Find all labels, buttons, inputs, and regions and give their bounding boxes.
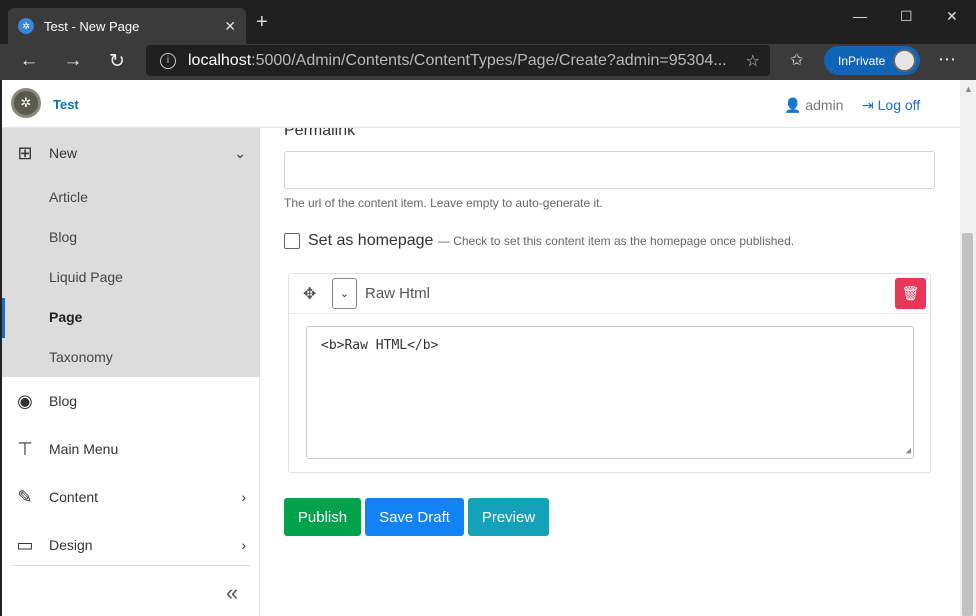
url-host: localhost xyxy=(188,51,252,69)
permalink-help: The url of the content item. Leave empty… xyxy=(284,196,603,210)
brand-logo-icon[interactable]: ✲ xyxy=(11,88,41,118)
plus-square-icon: ⊞ xyxy=(17,142,33,163)
active-indicator xyxy=(2,298,5,338)
window-close-icon[interactable]: ✕ xyxy=(946,8,958,25)
widget-header: ✥ ⌄ Raw Html 🗑 xyxy=(289,274,930,314)
desktop-icon: ▭ xyxy=(16,534,34,555)
minimize-icon[interactable]: — xyxy=(853,8,867,24)
favorite-star-icon[interactable]: ☆ xyxy=(746,51,760,71)
sidebar-divider xyxy=(12,565,250,566)
homepage-label-text: Set as homepage xyxy=(308,232,434,249)
publish-button[interactable]: Publish xyxy=(284,498,361,536)
sidebar-item-blog[interactable]: ◉ Blog xyxy=(2,381,260,421)
toggle-widget-button[interactable]: ⌄ xyxy=(332,278,357,309)
url-path: :5000/Admin/Contents/ContentTypes/Page/C… xyxy=(251,51,727,69)
forward-icon[interactable]: → xyxy=(61,50,85,72)
close-tab-icon[interactable]: ✕ xyxy=(224,18,236,35)
refresh-icon[interactable]: ↻ xyxy=(105,50,129,73)
back-icon[interactable]: ← xyxy=(17,50,41,72)
submenu-item-page[interactable]: Page xyxy=(49,309,82,325)
rss-icon: ◉ xyxy=(17,390,33,411)
permalink-label: Permalink xyxy=(284,128,356,139)
submenu-item-taxonomy[interactable]: Taxonomy xyxy=(49,349,113,365)
sidebar-item-label: Main Menu xyxy=(49,441,119,457)
save-draft-button[interactable]: Save Draft xyxy=(365,498,464,536)
collapse-sidebar-icon[interactable]: « xyxy=(226,580,238,606)
sidebar-item-content[interactable]: ✎ Content › xyxy=(2,477,260,517)
move-icon[interactable]: ✥ xyxy=(303,284,316,304)
scroll-up-icon[interactable]: ▲ xyxy=(964,84,973,94)
logout-label: Log off xyxy=(877,97,921,113)
favorites-icon[interactable]: ✩ xyxy=(790,50,803,70)
new-tab-icon[interactable]: + xyxy=(256,12,268,32)
scrollbar-thumb[interactable] xyxy=(962,233,973,616)
user-name: admin xyxy=(805,97,844,113)
homepage-help: — Check to set this content item as the … xyxy=(437,234,795,248)
edit-icon: ✎ xyxy=(17,486,33,507)
trash-icon: 🗑 xyxy=(901,285,920,301)
user-menu[interactable]: 👤 admin xyxy=(784,97,843,114)
content-editor: Permalink The url of the content item. L… xyxy=(260,128,960,616)
widget-title: Raw Html xyxy=(365,285,431,302)
permalink-input[interactable] xyxy=(284,151,935,189)
more-options-icon[interactable]: ⋯ xyxy=(938,49,956,70)
site-info-icon[interactable]: i xyxy=(160,52,176,69)
resize-grip-icon[interactable]: ◢ xyxy=(906,446,911,456)
sidebar-item-label: New xyxy=(49,145,78,161)
chevron-right-icon: › xyxy=(241,489,246,505)
sidebar-item-new[interactable]: ⊞ New ⌄ xyxy=(2,133,260,173)
browser-tab-bar: ✲ Test - New Page ✕ + — ☐ ✕ xyxy=(0,0,976,44)
preview-button[interactable]: Preview xyxy=(468,498,549,536)
admin-sidebar: ⊞ New ⌄ Article Blog Liquid Page Page Ta… xyxy=(2,128,260,616)
brand-name[interactable]: Test xyxy=(53,97,79,112)
raw-html-textarea[interactable]: <b>Raw HTML</b> ◢ xyxy=(306,326,914,459)
homepage-label[interactable]: Set as homepage — Check to set this cont… xyxy=(308,232,794,250)
sidebar-item-label: Blog xyxy=(49,393,78,409)
sidebar-item-label: Content xyxy=(49,489,99,505)
maximize-icon[interactable]: ☐ xyxy=(900,8,913,25)
orchard-favicon-icon: ✲ xyxy=(18,18,34,34)
raw-html-widget: ✥ ⌄ Raw Html 🗑 <b>Raw HTML</b> ◢ xyxy=(288,273,931,473)
profile-avatar xyxy=(893,49,916,72)
chevron-right-icon: › xyxy=(241,537,246,553)
delete-widget-button[interactable]: 🗑 xyxy=(895,278,926,309)
homepage-checkbox[interactable] xyxy=(284,233,300,249)
raw-html-value: <b>Raw HTML</b> xyxy=(321,338,439,353)
tab-title: Test - New Page xyxy=(44,18,140,34)
inprivate-badge[interactable]: InPrivate xyxy=(824,46,920,75)
chevron-down-icon: ⌄ xyxy=(234,144,246,161)
sidebar-item-label: Design xyxy=(49,537,93,553)
address-bar[interactable]: i localhost:5000/Admin/Contents/ContentT… xyxy=(146,45,770,76)
new-submenu-panel: ⊞ New ⌄ Article Blog Liquid Page Page Ta… xyxy=(2,128,260,377)
submenu-item-blog[interactable]: Blog xyxy=(49,229,77,245)
browser-tab[interactable]: ✲ Test - New Page ✕ xyxy=(8,8,246,44)
sitemap-icon: ⊤ xyxy=(17,438,33,459)
sidebar-item-main-menu[interactable]: ⊤ Main Menu xyxy=(2,429,260,469)
submenu-item-article[interactable]: Article xyxy=(49,189,88,205)
inprivate-label: InPrivate xyxy=(838,53,886,68)
sidebar-item-design[interactable]: ▭ Design › xyxy=(2,525,260,565)
admin-topbar: ✲ Test 👤 admin ⇥ Log off xyxy=(2,80,960,128)
admin-page: ✲ Test 👤 admin ⇥ Log off ⊞ New ⌄ Article… xyxy=(2,80,960,616)
logout-link[interactable]: ⇥ Log off xyxy=(862,97,920,114)
submenu-item-liquid-page[interactable]: Liquid Page xyxy=(49,269,123,285)
vertical-scrollbar[interactable]: ▲ xyxy=(960,80,976,616)
